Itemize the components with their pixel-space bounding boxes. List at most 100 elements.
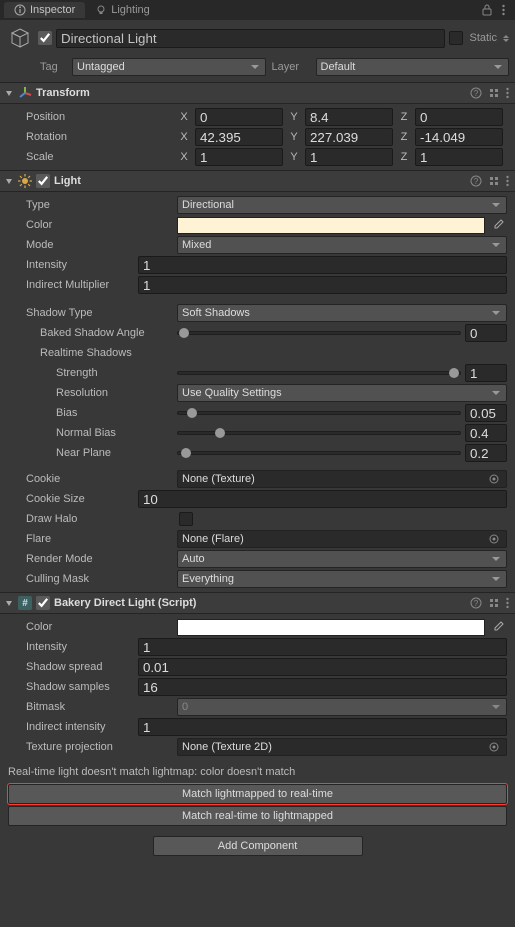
bakery-header[interactable]: # Bakery Direct Light (Script) ? <box>0 592 515 614</box>
scale-y-field[interactable] <box>305 148 393 166</box>
gameobject-active-checkbox[interactable] <box>38 31 52 45</box>
normal-bias-field[interactable] <box>465 424 507 442</box>
render-mode-dropdown[interactable]: Auto <box>177 550 507 568</box>
texture-projection-label: Texture projection <box>8 741 173 753</box>
normal-bias-label: Normal Bias <box>8 427 173 439</box>
baked-angle-slider[interactable] <box>177 331 461 335</box>
foldout-icon <box>6 601 12 606</box>
scale-x-field[interactable] <box>195 148 283 166</box>
light-enabled-checkbox[interactable] <box>36 174 50 188</box>
rotation-label: Rotation <box>8 131 173 143</box>
shadow-spread-label: Shadow spread <box>8 661 134 673</box>
object-picker-icon[interactable] <box>486 471 502 487</box>
resolution-dropdown[interactable]: Use Quality Settings <box>177 384 507 402</box>
light-icon <box>18 174 32 188</box>
transform-header[interactable]: Transform ? <box>0 82 515 104</box>
object-picker-icon[interactable] <box>486 531 502 547</box>
cookie-field[interactable]: None (Texture) <box>177 470 507 488</box>
position-z-field[interactable] <box>415 108 503 126</box>
mode-label: Mode <box>8 239 173 251</box>
script-icon: # <box>18 596 32 610</box>
texture-projection-field[interactable]: None (Texture 2D) <box>177 738 507 756</box>
light-type-dropdown[interactable]: Directional <box>177 196 507 214</box>
add-component-button[interactable]: Add Component <box>153 836 363 856</box>
normal-bias-slider[interactable] <box>177 431 461 435</box>
baked-angle-field[interactable] <box>465 324 507 342</box>
light-mode-dropdown[interactable]: Mixed <box>177 236 507 254</box>
lock-icon[interactable] <box>479 2 495 18</box>
culling-mask-dropdown[interactable]: Everything <box>177 570 507 588</box>
menu-icon[interactable] <box>506 175 509 187</box>
strength-field[interactable] <box>465 364 507 382</box>
menu-icon[interactable] <box>506 87 509 99</box>
match-lightmapped-button[interactable]: Match lightmapped to real-time <box>8 784 507 804</box>
eyedropper-icon[interactable] <box>489 618 507 636</box>
light-header[interactable]: Light ? <box>0 170 515 192</box>
rotation-z-field[interactable] <box>415 128 503 146</box>
help-icon[interactable]: ? <box>470 87 482 99</box>
shadow-type-dropdown[interactable]: Soft Shadows <box>177 304 507 322</box>
shadow-samples-label: Shadow samples <box>8 681 134 693</box>
shadow-spread-field[interactable] <box>138 658 507 676</box>
flare-label: Flare <box>8 533 173 545</box>
near-plane-field[interactable] <box>465 444 507 462</box>
light-color-field[interactable] <box>177 217 485 234</box>
bulb-icon <box>95 4 107 16</box>
rotation-y-field[interactable] <box>305 128 393 146</box>
svg-text:?: ? <box>474 177 479 186</box>
preset-icon[interactable] <box>488 597 500 609</box>
static-dropdown[interactable] <box>503 35 509 42</box>
scale-z-field[interactable] <box>415 148 503 166</box>
draw-halo-label: Draw Halo <box>8 513 173 525</box>
context-menu-icon[interactable] <box>495 2 511 18</box>
match-realtime-button[interactable]: Match real-time to lightmapped <box>8 806 507 826</box>
gameobject-name-field[interactable] <box>56 29 445 48</box>
menu-icon[interactable] <box>506 597 509 609</box>
intensity-field[interactable] <box>138 256 507 274</box>
position-y-field[interactable] <box>305 108 393 126</box>
tab-lighting[interactable]: Lighting <box>85 2 160 18</box>
cookie-size-field[interactable] <box>138 490 507 508</box>
static-checkbox[interactable] <box>449 31 463 45</box>
position-label: Position <box>8 111 173 123</box>
bias-slider[interactable] <box>177 411 461 415</box>
position-x-field[interactable] <box>195 108 283 126</box>
bias-label: Bias <box>8 407 173 419</box>
transform-icon <box>18 86 32 100</box>
intensity-label: Intensity <box>8 259 134 271</box>
help-icon[interactable]: ? <box>470 597 482 609</box>
near-plane-slider[interactable] <box>177 451 461 455</box>
rotation-x-field[interactable] <box>195 128 283 146</box>
draw-halo-checkbox[interactable] <box>179 512 193 526</box>
help-icon[interactable]: ? <box>470 175 482 187</box>
layer-label: Layer <box>272 61 310 73</box>
baked-angle-label: Baked Shadow Angle <box>8 327 173 339</box>
tab-inspector[interactable]: Inspector <box>4 2 85 18</box>
bakery-title: Bakery Direct Light (Script) <box>54 597 466 609</box>
indirect-multiplier-field[interactable] <box>138 276 507 294</box>
bakery-color-field[interactable] <box>177 619 485 636</box>
tag-dropdown[interactable]: Untagged <box>72 58 266 76</box>
indirect-intensity-label: Indirect intensity <box>8 721 134 733</box>
bakery-intensity-field[interactable] <box>138 638 507 656</box>
flare-field[interactable]: None (Flare) <box>177 530 507 548</box>
object-picker-icon[interactable] <box>486 739 502 755</box>
bitmask-dropdown[interactable]: 0 <box>177 698 507 716</box>
bakery-enabled-checkbox[interactable] <box>36 596 50 610</box>
bakery-color-label: Color <box>8 621 173 633</box>
preset-icon[interactable] <box>488 87 500 99</box>
resolution-label: Resolution <box>8 387 173 399</box>
strength-label: Strength <box>8 367 173 379</box>
eyedropper-icon[interactable] <box>489 216 507 234</box>
strength-slider[interactable] <box>177 371 461 375</box>
svg-text:?: ? <box>474 89 479 98</box>
indirect-intensity-field[interactable] <box>138 718 507 736</box>
culling-mask-label: Culling Mask <box>8 573 173 585</box>
tab-inspector-label: Inspector <box>30 4 75 16</box>
cookie-size-label: Cookie Size <box>8 493 134 505</box>
preset-icon[interactable] <box>488 175 500 187</box>
layer-dropdown[interactable]: Default <box>316 58 510 76</box>
bias-field[interactable] <box>465 404 507 422</box>
shadow-samples-field[interactable] <box>138 678 507 696</box>
gameobject-icon[interactable] <box>6 24 34 52</box>
